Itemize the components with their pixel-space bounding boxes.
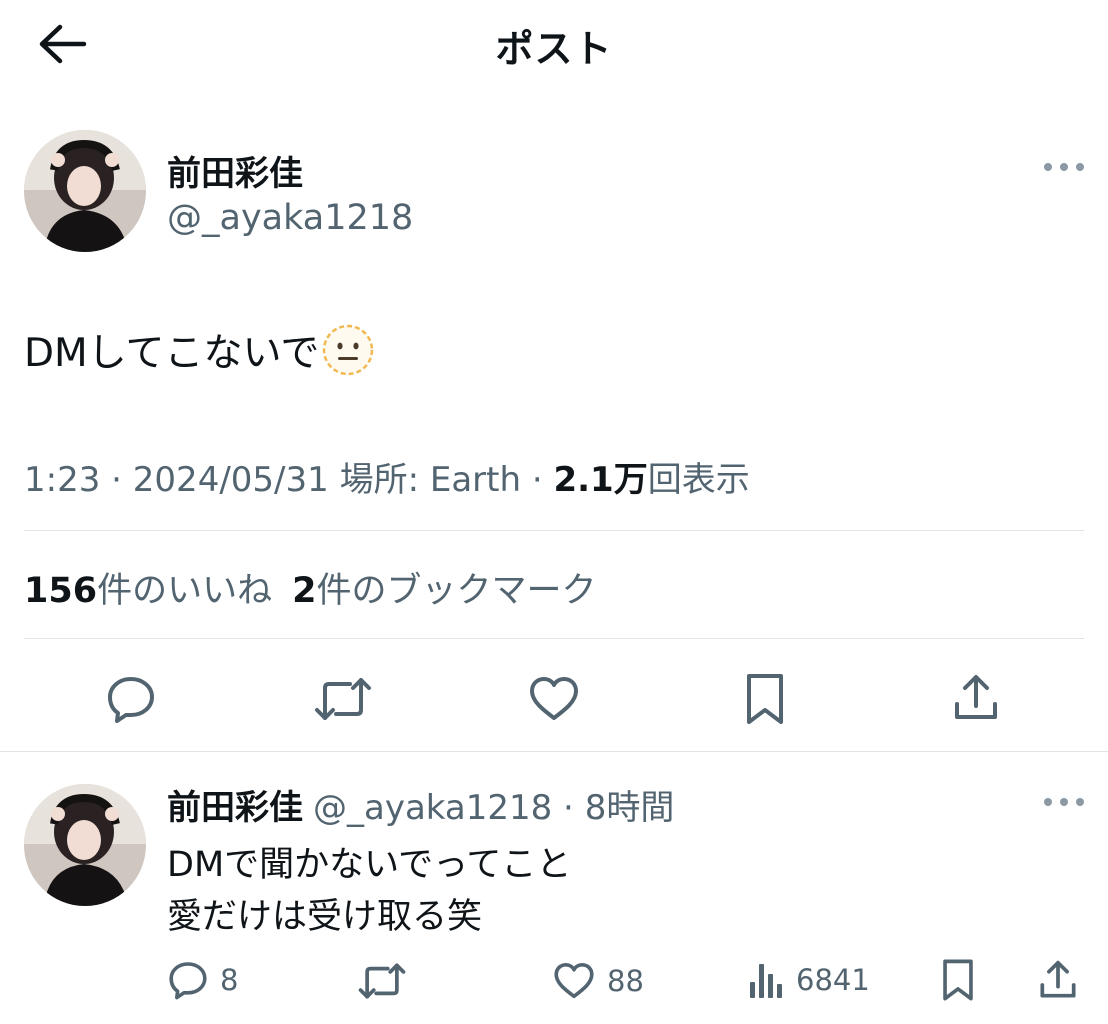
reply-repost-button[interactable] [358,962,406,1000]
bookmarks-label: 件のブックマーク [316,571,597,611]
location-label: 場所: [339,460,420,500]
divider [0,751,1108,752]
divider [24,530,1084,531]
tweet-text: DMしてこないで [24,322,375,378]
repost-icon [358,963,406,999]
more-dots-icon [1044,798,1052,806]
reply-views-button[interactable]: 6841 [748,960,870,1000]
bookmark-icon [747,674,783,724]
reply-time[interactable]: 8時間 [585,788,675,828]
more-dots-icon [1044,163,1052,171]
reply-author-handle[interactable]: @_ayaka1218 [313,788,552,828]
reply-text-line: DMで聞かないでってこと [167,845,572,885]
like-button[interactable] [528,676,580,722]
tweet-time[interactable]: 1:23 [24,460,100,500]
share-button[interactable] [953,674,999,722]
bookmark-icon [943,959,973,1001]
tweet-metadata: 1:23 · 2024/05/31 場所: Earth · 2.1万回表示 [24,460,750,500]
likes-label: 件のいいね [97,571,273,611]
analytics-icon [750,964,782,998]
comment-icon [169,962,207,1000]
likes-stat[interactable]: 156件のいいね [24,562,272,613]
reply-like-button[interactable]: 88 [553,962,644,1000]
reply-author-name[interactable]: 前田彩佳 [167,788,303,828]
share-icon [955,675,997,719]
page-title: ポスト [495,27,613,71]
like-count: 88 [607,964,644,998]
location-value: Earth [429,460,522,500]
bookmarks-count: 2 [292,571,317,611]
comment-icon [108,677,154,723]
repost-button[interactable] [314,676,372,722]
views-label: 回表示 [647,460,750,500]
repost-icon [315,678,371,720]
engagement-stats: 156件のいいね 2件のブックマーク [24,562,596,613]
heart-icon [554,963,594,999]
reply-text-line: 愛だけは受け取る笑 [167,897,483,937]
likes-count: 156 [24,571,98,611]
reply-count: 8 [220,963,239,997]
view-count: 6841 [796,963,870,997]
more-options-button[interactable] [1042,157,1086,177]
heart-icon [530,677,578,720]
reply-author-avatar[interactable] [24,784,146,906]
author-avatar[interactable] [24,130,146,252]
author-name[interactable]: 前田彩佳 [167,146,303,195]
share-icon [1040,960,1076,998]
bookmark-button[interactable] [744,672,786,726]
reply-reply-button[interactable]: 8 [168,960,238,1000]
reply-more-options-button[interactable] [1042,792,1086,812]
views-count: 2.1万 [553,460,648,500]
tweet-body: DMしてこないで [24,331,320,376]
bookmarks-stat[interactable]: 2件のブックマーク [292,562,596,613]
reply-button[interactable] [106,674,156,724]
reply-header: 前田彩佳 @_ayaka1218 · 8時間 [167,788,675,828]
author-handle[interactable]: @_ayaka1218 [167,198,413,238]
reply-bookmark-button[interactable] [941,958,975,1002]
neutral-face-icon [323,324,374,376]
top-bar: ポスト [0,0,1108,90]
tweet-date[interactable]: 2024/05/31 [133,460,329,500]
reply-share-button[interactable] [1039,960,1077,1000]
divider [24,638,1084,639]
